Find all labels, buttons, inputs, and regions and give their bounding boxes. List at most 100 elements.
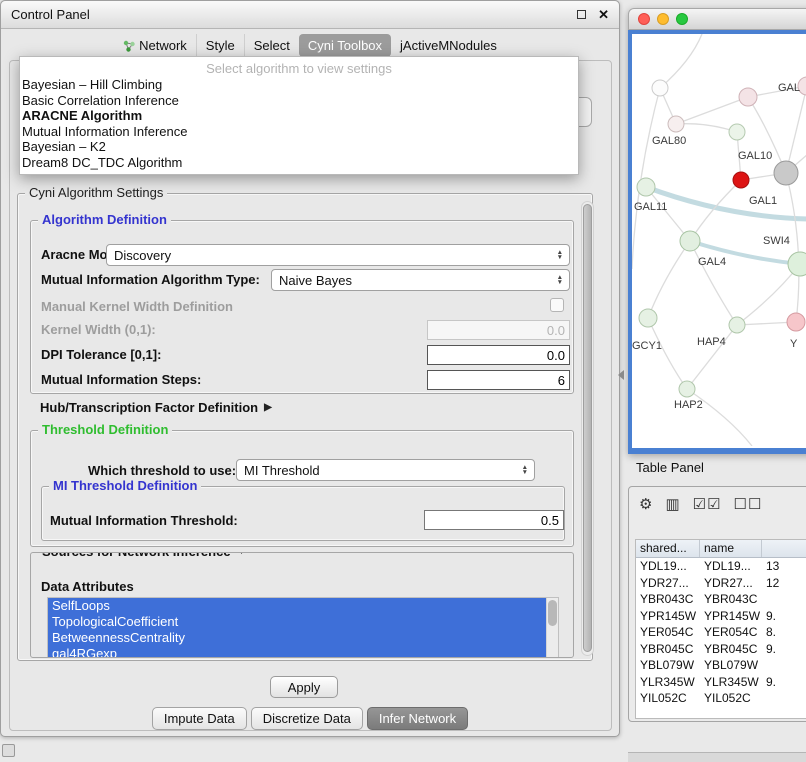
network-node-hap4[interactable] (729, 317, 745, 333)
network-node-swi4[interactable] (788, 252, 806, 276)
network-node-gal4[interactable] (680, 231, 700, 251)
mi-threshold-group: MI Threshold Definition Mutual Informati… (41, 486, 565, 541)
minimized-panel-icon[interactable] (2, 744, 15, 757)
bottom-tab-discretize-data[interactable]: Discretize Data (251, 707, 363, 730)
network-edge (676, 124, 737, 132)
algorithm-option-dream8-dc-tdc-algorithm[interactable]: Dream8 DC_TDC Algorithm (20, 155, 578, 171)
network-node-y-node[interactable] (787, 313, 805, 331)
network-node-gcy1[interactable] (639, 309, 657, 327)
splitter-collapse-arrow[interactable] (618, 370, 624, 380)
network-focus-frame: GALGAL80GAL10GAL1GAL11SWI4GAL4GCY1HAP4YH… (628, 30, 806, 454)
aracne-mode-value: Discovery (114, 248, 171, 263)
algorithm-option-bayesian-hill-climbing[interactable]: Bayesian – Hill Climbing (20, 77, 578, 93)
table-row[interactable]: YBR043CYBR043C (636, 591, 806, 608)
choose-columns-button[interactable]: ▥ (665, 495, 680, 513)
table-row[interactable]: YER054CYER054C8. (636, 624, 806, 641)
network-window-titlebar[interactable] (628, 8, 806, 30)
control-panel-titlebar[interactable]: Control Panel ✕ (1, 1, 619, 29)
close-traffic-light[interactable] (638, 13, 650, 25)
sources-group: Sources for Network Inference ▼ Data Att… (30, 552, 574, 658)
table-cell: YIL052C (636, 690, 700, 707)
kernel-width-input (427, 320, 570, 340)
table-cell (762, 657, 806, 674)
network-node-white-node[interactable] (652, 80, 668, 96)
tab-network[interactable]: Network (114, 34, 196, 57)
combo-arrows-icon: ▲▼ (557, 275, 563, 285)
attributes-scrollbar-thumb[interactable] (548, 600, 557, 626)
table-cell: 8. (762, 624, 806, 641)
attribute-item-topologicalcoefficient[interactable]: TopologicalCoefficient (48, 614, 546, 630)
table-cell: 9. (762, 674, 806, 691)
table-row[interactable]: YDR27...YDR27...12 (636, 575, 806, 592)
network-node-label: HAP4 (697, 336, 726, 348)
deselect-all-rows-button[interactable]: ☐☐ (734, 495, 763, 513)
table-row[interactable]: YPR145WYPR145W9. (636, 608, 806, 625)
table-cell: 13 (762, 558, 806, 575)
bottom-tabs: Impute DataDiscretize DataInfer Network (1, 707, 619, 730)
settings-scrollbar-thumb[interactable] (583, 204, 592, 652)
mi-algorithm-type-label: Mutual Information Algorithm Type: (41, 272, 260, 287)
mi-steps-input[interactable] (427, 370, 570, 390)
table-row[interactable]: YLR345WYLR345W9. (636, 674, 806, 691)
table-cell: 9. (762, 641, 806, 658)
aracne-mode-select[interactable]: Discovery ▲▼ (106, 244, 570, 266)
float-window-icon[interactable] (577, 10, 586, 19)
settings-scrollbar[interactable] (581, 201, 594, 656)
apply-button[interactable]: Apply (270, 676, 338, 698)
data-attributes-list: SelfLoopsTopologicalCoefficientBetweenne… (47, 597, 559, 658)
select-all-rows-button[interactable]: ☑☑ (693, 495, 722, 513)
network-node-gal80[interactable] (668, 116, 684, 132)
table-header-name[interactable]: name (700, 540, 762, 557)
network-node-gal10[interactable] (774, 161, 798, 185)
table-header-shared[interactable]: shared... (636, 540, 700, 557)
tab-style[interactable]: Style (196, 34, 244, 57)
table-row[interactable]: YBL079WYBL079W (636, 657, 806, 674)
network-node-gal11[interactable] (637, 178, 655, 196)
which-threshold-select[interactable]: MI Threshold ▲▼ (236, 459, 535, 481)
network-node-label: SWI4 (763, 235, 790, 247)
dpi-tolerance-input[interactable] (427, 345, 570, 365)
algorithm-dropdown-list: Select algorithm to view settingsBayesia… (19, 56, 579, 175)
bottom-tab-infer-network[interactable]: Infer Network (367, 707, 468, 730)
tab-select[interactable]: Select (244, 34, 299, 57)
network-node-label: GAL1 (749, 195, 777, 207)
algorithm-definition-group: Algorithm Definition Aracne Mode: Discov… (30, 220, 574, 394)
table-row[interactable]: YIL052CYIL052C (636, 690, 806, 707)
network-edge (786, 86, 806, 173)
dpi-tolerance-label: DPI Tolerance [0,1]: (41, 347, 161, 362)
bottom-tab-impute-data[interactable]: Impute Data (152, 707, 247, 730)
sources-group-title-row[interactable]: Sources for Network Inference ▼ (38, 552, 250, 559)
tab-jactivemnodules[interactable]: jActiveMNodules (391, 34, 506, 57)
attribute-item-selfloops[interactable]: SelfLoops (48, 598, 546, 614)
network-edge (676, 97, 748, 124)
attributes-scrollbar[interactable] (546, 598, 558, 658)
algorithm-option-basic-correlation-inference[interactable]: Basic Correlation Inference (20, 93, 578, 109)
network-canvas[interactable]: GALGAL80GAL10GAL1GAL11SWI4GAL4GCY1HAP4YH… (632, 34, 806, 448)
table-row[interactable]: YDL19...YDL19...13 (636, 558, 806, 575)
sources-group-title: Sources for Network Inference (42, 552, 231, 559)
network-node-label: Y (790, 338, 798, 350)
attribute-item-gal4rgexp[interactable]: gal4RGexp (48, 646, 546, 658)
mi-algorithm-type-select[interactable]: Naive Bayes ▲▼ (271, 269, 570, 291)
hub-transcription-factor-section[interactable]: Hub/Transcription Factor Definition ▶ (40, 400, 272, 415)
network-node-pink-top-node[interactable] (739, 88, 757, 106)
bottom-window-edge (628, 752, 806, 762)
tab-cyni-toolbox[interactable]: Cyni Toolbox (299, 34, 391, 57)
network-graph: GALGAL80GAL10GAL1GAL11SWI4GAL4GCY1HAP4YH… (632, 34, 806, 446)
table-header-col-2[interactable] (762, 540, 806, 557)
algorithm-option-mutual-information-inference[interactable]: Mutual Information Inference (20, 124, 578, 140)
attribute-item-betweennesscentrality[interactable]: BetweennessCentrality (48, 630, 546, 646)
threshold-definition-group: Threshold Definition Which threshold to … (30, 430, 574, 547)
table-cell: YLR345W (636, 674, 700, 691)
network-node-hap2[interactable] (679, 381, 695, 397)
network-node-gal1[interactable] (733, 172, 749, 188)
algorithm-option-aracne-algorithm[interactable]: ARACNE Algorithm (20, 108, 578, 124)
close-icon[interactable]: ✕ (598, 7, 609, 23)
gear-button[interactable]: ⚙ (639, 495, 653, 513)
mi-threshold-input[interactable] (424, 510, 564, 530)
network-node-green-top-node[interactable] (729, 124, 745, 140)
minimize-traffic-light[interactable] (657, 13, 669, 25)
table-row[interactable]: YBR045CYBR045C9. (636, 641, 806, 658)
zoom-traffic-light[interactable] (676, 13, 688, 25)
algorithm-option-bayesian-k2[interactable]: Bayesian – K2 (20, 139, 578, 155)
